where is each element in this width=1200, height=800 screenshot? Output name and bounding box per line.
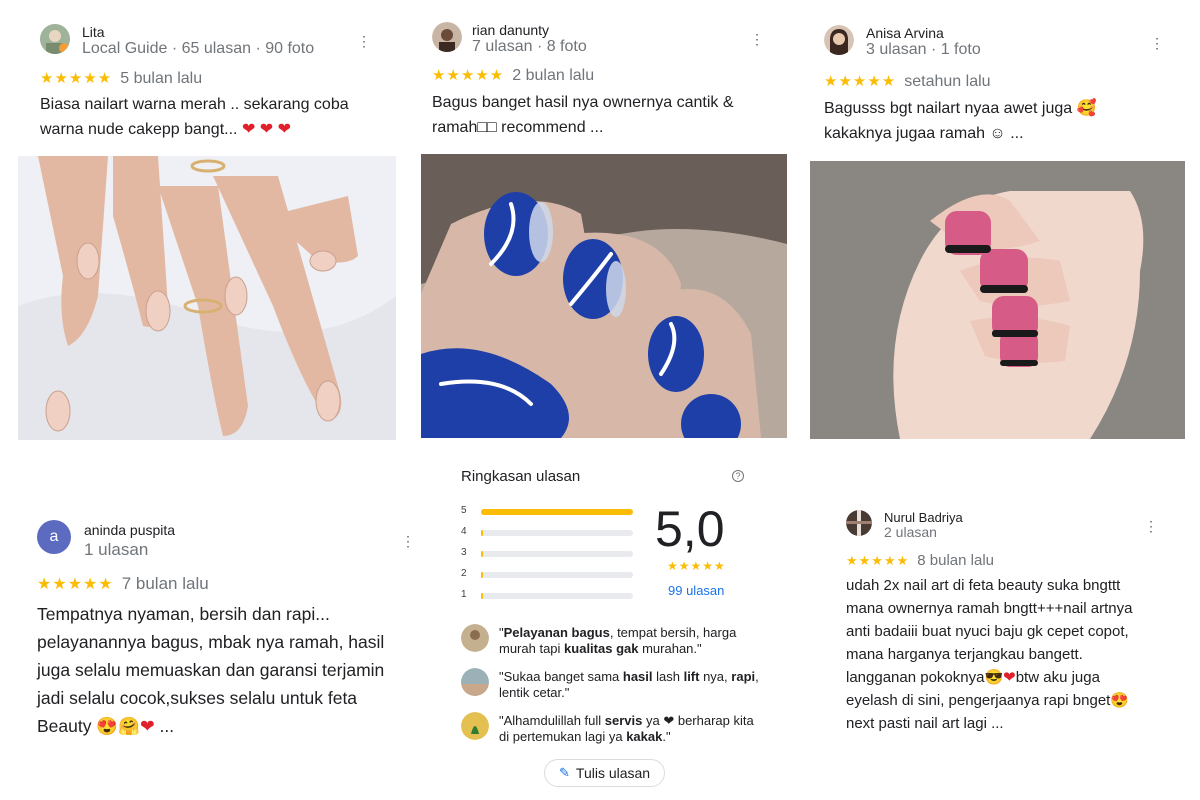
review-text: udah 2x nail art di feta beauty suka bng… <box>846 577 1133 732</box>
review-quote-3[interactable]: "Alhamdulillah full servis ya ❤ berharap… <box>499 713 759 745</box>
review-card-rian: rian danunty 7 ulasan · 8 foto ⋮ ★★★★★ 2 … <box>410 0 788 440</box>
bar-label-5: 5 <box>461 505 467 516</box>
reviewer-name[interactable]: Lita <box>82 24 105 40</box>
write-review-label: Tulis ulasan <box>575 765 651 781</box>
review-card-lita: Lita Local Guide · 65 ulasan · 90 foto ⋮… <box>18 0 396 440</box>
rating-bar-2 <box>481 572 633 578</box>
review-text: Biasa nailart warna merah .. sekarang co… <box>40 96 349 138</box>
bar-fill <box>481 572 483 578</box>
smiling-face-emoji-icon: 🥰 <box>1076 100 1097 117</box>
more-options-icon[interactable]: ⋮ <box>357 34 371 48</box>
review-card-aninda: a aninda puspita 1 ulasan ⋮ ★★★★★ 7 bulan… <box>18 498 418 758</box>
more-options-icon[interactable]: ⋮ <box>1150 36 1164 50</box>
review-quote-1[interactable]: "Pelayanan bagus, tempat bersih, harga m… <box>499 625 759 657</box>
review-quote-2[interactable]: "Sukaa banget sama hasil lash lift nya, … <box>499 669 759 701</box>
rating-bar-1 <box>481 593 633 599</box>
review-photo-blue-nails[interactable] <box>421 154 787 438</box>
review-card-nurul: Nurul Badriya 2 ulasan ⋮ ★★★★★ 8 bulan la… <box>828 486 1168 756</box>
avatar[interactable] <box>846 510 872 536</box>
emoji-icon: 😍🤗 <box>96 716 140 736</box>
write-review-button[interactable]: ✎ Tulis ulasan <box>544 759 666 787</box>
review-date: setahun lalu <box>904 73 991 90</box>
summary-title: Ringkasan ulasan <box>461 468 581 485</box>
bar-label-1: 1 <box>461 589 467 600</box>
star-rating: ★★★★★ 2 bulan lalu <box>432 67 595 84</box>
bar-fill <box>481 509 633 515</box>
bar-label-2: 2 <box>461 568 467 579</box>
bar-fill <box>481 593 483 599</box>
reviewer-name[interactable]: Anisa Arvina <box>866 25 944 41</box>
bar-label-4: 4 <box>461 526 467 537</box>
average-score: 5,0 <box>655 501 725 557</box>
quote-avatar <box>461 668 489 696</box>
reviewer-meta: 7 ulasan · 8 foto <box>472 38 587 55</box>
star-rating: ★★★★★ 5 bulan lalu <box>40 70 203 87</box>
review-text: Bagus banget hasil nya ownernya cantik &… <box>432 94 734 136</box>
avatar[interactable] <box>432 22 462 52</box>
review-date: 7 bulan lalu <box>121 574 209 593</box>
rating-bar-4 <box>481 530 633 536</box>
avatar[interactable] <box>40 24 70 54</box>
average-stars: ★★★★★ <box>667 559 726 573</box>
reviewer-meta: Local Guide · 65 ulasan · 90 foto <box>82 40 315 57</box>
rating-bar-3 <box>481 551 633 557</box>
avatar[interactable]: a <box>37 520 71 554</box>
reviewer-meta: 1 ulasan <box>84 540 149 559</box>
star-rating: ★★★★★ 8 bulan lalu <box>846 552 995 569</box>
review-text: Bagusss bgt nailart nyaa awet juga 🥰 kak… <box>824 100 1097 142</box>
reviewer-meta: 2 ulasan <box>884 524 937 540</box>
bar-label-3: 3 <box>461 547 467 558</box>
review-date: 5 bulan lalu <box>120 70 203 87</box>
heart-emoji-icon: ❤ <box>139 716 155 736</box>
review-card-anisa: Anisa Arvina 3 ulasan · 1 foto ⋮ ★★★★★ se… <box>800 0 1186 440</box>
reviewer-name[interactable]: rian danunty <box>472 22 549 38</box>
quote-avatar <box>461 712 489 740</box>
write-review-icon: ✎ <box>559 765 570 780</box>
review-date: 8 bulan lalu <box>917 552 995 569</box>
quote-avatar <box>461 624 489 652</box>
bar-fill <box>481 530 483 536</box>
star-rating: ★★★★★ 7 bulan lalu <box>37 574 209 593</box>
heart-emoji-icon: ❤ ❤ ❤ <box>241 121 292 138</box>
more-options-icon[interactable]: ⋮ <box>401 534 415 548</box>
review-date: 2 bulan lalu <box>512 67 595 84</box>
bar-fill <box>481 551 483 557</box>
review-photo-nude-nails[interactable] <box>18 156 396 440</box>
star-rating: ★★★★★ setahun lalu <box>824 73 991 90</box>
rating-bar-5 <box>481 509 633 515</box>
reviewer-name[interactable]: aninda puspita <box>84 522 175 538</box>
more-options-icon[interactable]: ⋮ <box>750 32 764 46</box>
review-summary: Ringkasan ulasan ? 5 4 3 2 1 5,0 ★★★★★ 9… <box>445 458 759 793</box>
review-photo-pink-nails[interactable] <box>810 161 1185 439</box>
reviewer-name[interactable]: Nurul Badriya <box>884 510 963 525</box>
review-count-link[interactable]: 99 ulasan <box>668 583 724 598</box>
reviewer-meta: 3 ulasan · 1 foto <box>866 41 981 58</box>
more-options-icon[interactable]: ⋮ <box>1144 519 1158 533</box>
info-icon[interactable]: ? <box>732 470 744 482</box>
cool-emoji-icon: 😎 <box>984 669 1004 686</box>
review-text: Tempatnya nyaman, bersih dan rapi... pel… <box>37 604 385 736</box>
heart-eyes-emoji-icon: 😍 <box>1110 692 1130 709</box>
avatar[interactable] <box>824 25 854 55</box>
heart-emoji-icon: ❤ <box>1003 669 1016 686</box>
